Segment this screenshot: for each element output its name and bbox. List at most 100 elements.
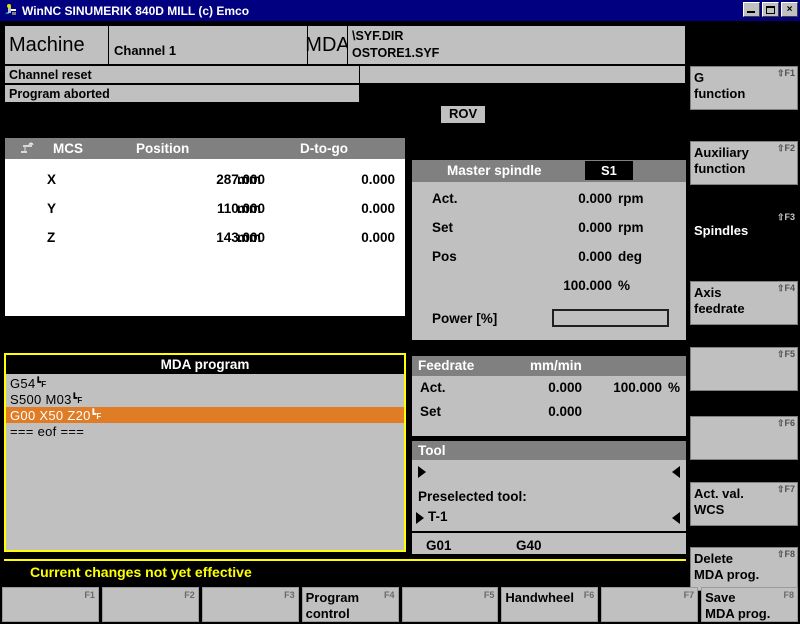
mda-program-line[interactable]: S500 M03 ┗F xyxy=(6,391,404,407)
feedrate-value: 0.000 xyxy=(548,380,582,395)
spindle-override-unit: % xyxy=(618,278,631,293)
master-spindle-panel: Master spindle S1 Act. 0.000 rpm Set 0.0… xyxy=(412,160,686,340)
program-name: OSTORE1.SYF xyxy=(352,46,440,60)
minimize-button[interactable] xyxy=(743,2,760,17)
axis-dtogo: 0.000 xyxy=(361,201,395,216)
softkey-fkey: ⇧F5 xyxy=(776,349,795,359)
window-title-bar: WinNC SINUMERIK 840D MILL (c) Emco × xyxy=(0,0,800,22)
active-gcode-comp: G40 xyxy=(516,538,542,553)
softkey-h-f2[interactable]: F2 xyxy=(101,587,199,622)
program-status-bar: Program aborted xyxy=(4,84,359,103)
mda-program-line[interactable]: G54 ┗F xyxy=(6,375,404,391)
softkey-fkey: F5 xyxy=(483,590,495,600)
mda-program-line[interactable]: === eof === xyxy=(6,423,404,439)
softkey-save-mda-prog[interactable]: Save MDA prog. F8 xyxy=(701,587,798,622)
spindle-label: Act. xyxy=(432,191,458,206)
feedrate-panel-header: Feedrate mm/min xyxy=(412,356,686,376)
linefeed-icon: ┗F xyxy=(71,392,83,405)
maximize-button[interactable] xyxy=(762,2,779,17)
spindle-power-row: Power [%] xyxy=(412,307,686,336)
softkey-program-control[interactable]: Program control F4 xyxy=(301,587,399,622)
axis-name: Y xyxy=(47,201,57,216)
channel-status-extra xyxy=(359,65,686,84)
softkey-axis-feedrate[interactable]: Axis feedrate ⇧F4 xyxy=(690,281,798,325)
softkey-h-f5[interactable]: F5 xyxy=(401,587,499,622)
preselected-tool-label: Preselected tool: xyxy=(418,489,527,504)
softkey-act-val-wcs[interactable]: Act. val. WCS ⇧F7 xyxy=(690,482,798,526)
softkey-fkey: ⇧F8 xyxy=(776,549,795,559)
softkey-fkey: ⇧F4 xyxy=(776,283,795,293)
spindle-panel-header: Master spindle S1 xyxy=(412,160,686,182)
spindle-row: Set 0.000 rpm xyxy=(412,220,686,249)
mda-program-line-selected[interactable]: G00 X50 Z20 ┗F xyxy=(6,407,404,423)
softkey-spindles[interactable]: Spindles ⇧F3 xyxy=(690,210,798,254)
softkey-label: Save MDA prog. xyxy=(705,590,771,621)
position-header-position: Position xyxy=(136,141,190,156)
axis-name: X xyxy=(47,172,57,187)
softkey-label: G function xyxy=(694,70,746,101)
spindle-value: 0.000 xyxy=(578,220,612,235)
softkey-h-f7[interactable]: F7 xyxy=(601,587,699,622)
operating-area-label[interactable]: Machine xyxy=(4,25,108,65)
softkey-h-f3[interactable]: F3 xyxy=(201,587,299,622)
softkey-auxiliary-function[interactable]: Auxiliary function ⇧F2 xyxy=(690,141,798,185)
vertical-softkey-bar: G function ⇧F1 Auxiliary function ⇧F2 Sp… xyxy=(690,47,800,591)
active-gcodes-row: G01 G40 xyxy=(412,531,686,559)
softkey-fkey: ⇧F1 xyxy=(776,68,795,78)
softkey-fkey: F2 xyxy=(184,590,195,600)
program-path: \SYF.DIR xyxy=(352,29,404,43)
channel-label[interactable]: Channel 1 xyxy=(108,25,305,65)
spindle-power-bar xyxy=(552,309,669,327)
spindle-label: Set xyxy=(432,220,454,235)
axis-unit: mm xyxy=(237,201,262,216)
position-panel: MCS Position D-to-go X 287.000 mm 0.000 … xyxy=(4,137,406,317)
softkey-h-f1[interactable]: F1 xyxy=(2,587,99,622)
feedrate-label: Act. xyxy=(420,380,446,395)
preselected-tool-row[interactable]: T-1 xyxy=(412,507,686,531)
softkey-handwheel[interactable]: Handwheel F6 xyxy=(501,587,599,622)
linefeed-icon: ┗F xyxy=(35,376,47,389)
softkey-fkey: ⇧F7 xyxy=(776,484,795,494)
mda-line-text: === eof === xyxy=(10,423,85,439)
linefeed-icon: ┗F xyxy=(90,408,102,421)
softkey-fkey: ⇧F3 xyxy=(776,212,795,222)
feedrate-percent: 100.000 xyxy=(613,380,662,395)
spindle-title: Master spindle xyxy=(447,163,542,178)
triangle-left-icon xyxy=(672,512,680,524)
feedrate-values: Act. 0.000 100.000 % Set 0.000 xyxy=(412,376,686,428)
softkey-fkey: ⇧F6 xyxy=(776,418,795,428)
softkey-g-function[interactable]: G function ⇧F1 xyxy=(690,66,798,110)
spindle-unit: rpm xyxy=(618,191,644,206)
axis-row: Z 143.000 mm 0.000 xyxy=(5,230,405,259)
header-bar: Machine Channel 1 MDA \SYF.DIR OSTORE1.S… xyxy=(4,25,686,65)
softkey-delete-mda-prog[interactable]: Delete MDA prog. ⇧F8 xyxy=(690,547,798,591)
mode-mda-label[interactable]: MDA xyxy=(305,25,350,65)
spindle-power-label: Power [%] xyxy=(432,311,498,326)
spindle-value: 0.000 xyxy=(578,249,612,264)
spindle-row: Act. 0.000 rpm xyxy=(412,191,686,220)
position-header-mcs: MCS xyxy=(53,141,83,156)
preselected-tool-value: T-1 xyxy=(428,509,448,524)
softkey-fkey: F6 xyxy=(583,590,595,600)
softkey-f6-empty[interactable]: ⇧F6 xyxy=(690,416,798,460)
mda-program-title: MDA program xyxy=(6,355,404,374)
mda-program-panel[interactable]: MDA program G54 ┗F S500 M03 ┗F G00 X50 Z20… xyxy=(4,353,406,552)
spindle-value: 0.000 xyxy=(578,191,612,206)
close-button[interactable]: × xyxy=(781,2,798,17)
program-status: Program aborted xyxy=(4,84,359,103)
current-tool-row[interactable] xyxy=(412,460,686,486)
feedrate-row: Act. 0.000 100.000 % xyxy=(412,380,686,404)
spindle-override-value: 100.000 xyxy=(563,278,612,293)
axis-dtogo: 0.000 xyxy=(361,230,395,245)
triangle-right-icon xyxy=(418,466,426,478)
axis-name: Z xyxy=(47,230,56,245)
channel-status: Channel reset xyxy=(4,65,359,84)
program-info[interactable]: \SYF.DIR OSTORE1.SYF xyxy=(347,25,686,65)
feedrate-value: 0.000 xyxy=(548,404,582,419)
softkey-label: Auxiliary function xyxy=(694,145,749,176)
position-panel-header: MCS Position D-to-go xyxy=(5,138,405,159)
softkey-fkey: F3 xyxy=(284,590,295,600)
triangle-right-icon xyxy=(416,512,424,524)
softkey-f5-empty[interactable]: ⇧F5 xyxy=(690,347,798,391)
feedrate-row: Set 0.000 xyxy=(412,404,686,428)
